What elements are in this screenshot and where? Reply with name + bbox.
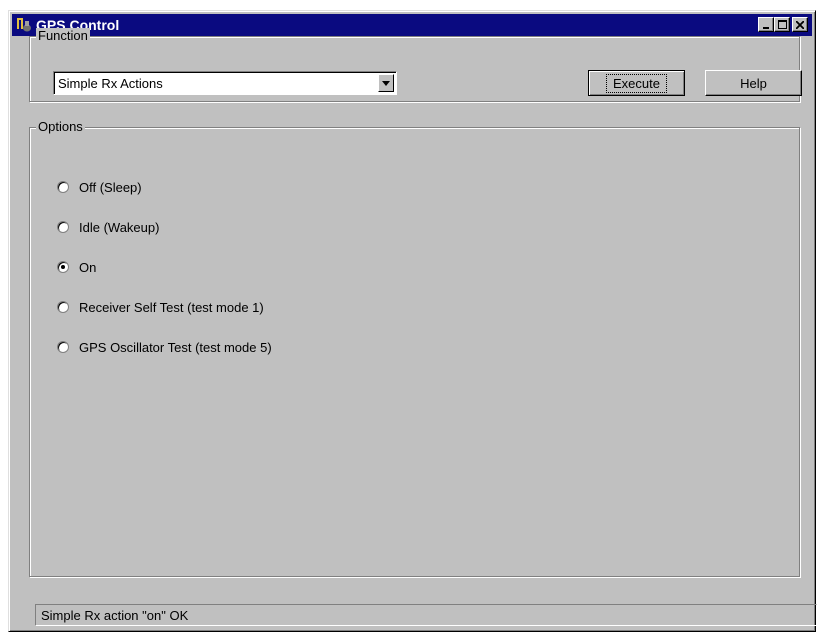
radio-idle-wakeup[interactable]: Idle (Wakeup) — [57, 219, 159, 235]
radio-circle[interactable] — [57, 261, 69, 273]
function-select[interactable]: Simple Rx Actions — [53, 71, 397, 95]
help-button-label: Help — [740, 75, 767, 91]
radio-circle[interactable] — [57, 221, 69, 233]
radio-label: On — [79, 259, 97, 275]
radio-receiver-self-test[interactable]: Receiver Self Test (test mode 1) — [57, 299, 264, 315]
dropdown-button[interactable] — [378, 74, 394, 92]
radio-off-sleep[interactable]: Off (Sleep) — [57, 179, 142, 195]
radio-selected-dot — [61, 265, 65, 269]
radio-circle[interactable] — [57, 341, 69, 353]
function-select-value: Simple Rx Actions — [58, 76, 163, 91]
options-group-label: Options — [36, 119, 85, 134]
radio-label: Receiver Self Test (test mode 1) — [79, 299, 264, 315]
radio-label: Off (Sleep) — [79, 179, 142, 195]
radio-circle[interactable] — [57, 181, 69, 193]
maximize-button[interactable] — [774, 17, 790, 32]
status-text: Simple Rx action "on" OK — [41, 608, 189, 623]
radio-on[interactable]: On — [57, 259, 96, 275]
close-icon — [796, 20, 804, 29]
function-group-label: Function — [36, 28, 90, 43]
execute-button-label: Execute — [606, 73, 667, 93]
status-bar: Simple Rx action "on" OK — [35, 604, 817, 626]
gps-control-window: GPS Control Function Simple Rx Actions E… — [8, 10, 817, 632]
radio-circle[interactable] — [57, 301, 69, 313]
radio-label: GPS Oscillator Test (test mode 5) — [79, 339, 272, 355]
title-bar[interactable]: GPS Control — [12, 14, 812, 36]
execute-button[interactable]: Execute — [588, 70, 685, 96]
radio-label: Idle (Wakeup) — [79, 219, 160, 235]
minimize-button[interactable] — [758, 17, 774, 32]
gps-app-icon[interactable] — [16, 17, 32, 33]
close-button[interactable] — [792, 17, 808, 32]
maximize-icon — [777, 20, 787, 29]
minimize-icon — [763, 26, 769, 29]
chevron-down-icon — [382, 80, 390, 86]
help-button[interactable]: Help — [705, 70, 802, 96]
radio-gps-oscillator-test[interactable]: GPS Oscillator Test (test mode 5) — [57, 339, 272, 355]
